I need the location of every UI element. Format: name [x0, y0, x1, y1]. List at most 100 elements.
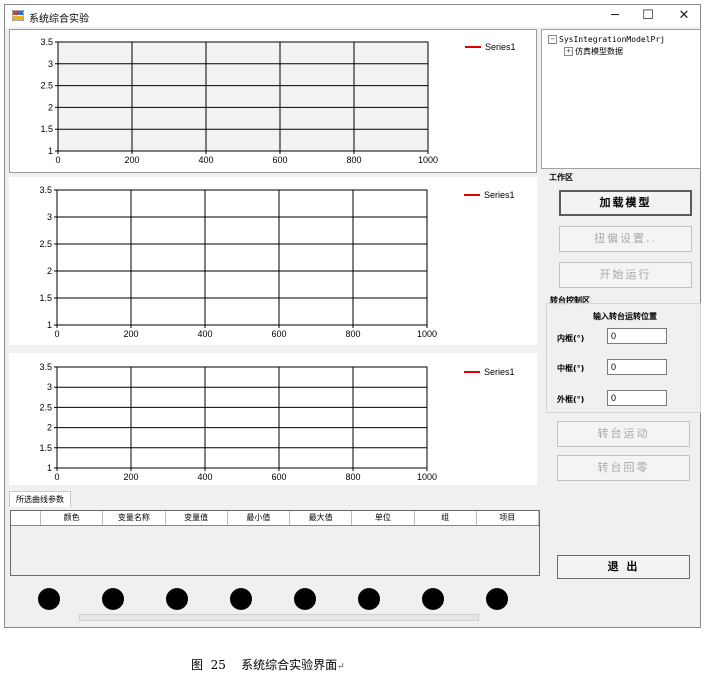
column-header[interactable]: 最小值	[228, 511, 290, 525]
tab-selected-curve-params[interactable]: 所选曲线参数	[9, 491, 71, 507]
column-header[interactable]: 项目	[477, 511, 539, 525]
legend-label: Series1	[485, 42, 516, 52]
tree-root-label: SysIntegrationModelPrj	[559, 35, 665, 44]
start-run-button[interactable]: 开始运行	[559, 262, 692, 288]
y-tick-label: 1	[47, 320, 52, 330]
x-tick-label: 1000	[417, 329, 437, 339]
legend-label: Series1	[484, 190, 515, 200]
status-indicator	[102, 588, 124, 610]
y-tick-label: 3.5	[40, 37, 53, 47]
column-header[interactable]: 组	[415, 511, 477, 525]
y-tick-label: 3	[47, 212, 52, 222]
x-tick-label: 400	[197, 472, 212, 482]
curve-params-grid[interactable]: 颜色 变量名称 变量值 最小值 最大值 单位组项目	[10, 510, 540, 576]
x-tick-label: 600	[271, 472, 286, 482]
middle-frame-label: 中框(°)	[557, 364, 585, 373]
middle-frame-input[interactable]	[607, 359, 667, 375]
chart-2-plot: 0 200 400 600 800 1000 1 1.5 2 2.5 3 3.5 Series1	[39, 185, 515, 339]
inner-frame-label: 内框(°)	[557, 334, 585, 343]
row-header-cell	[11, 511, 41, 525]
tree-child-label: 仿真模型数据	[575, 47, 623, 56]
plot-area	[56, 189, 428, 326]
legend-label: Series1	[484, 367, 515, 377]
turntable-prompt: 输入转台运转位置	[593, 312, 657, 321]
y-tick-label: 1.5	[39, 293, 52, 303]
y-tick-label: 1	[48, 146, 53, 156]
chart-3[interactable]: 0 200 400 600 800 1000 1 1.5 2 2.5 3 3.5 Series1	[9, 353, 537, 485]
turntable-move-button[interactable]: 转台运动	[557, 421, 690, 447]
grid-header: 颜色 变量名称 变量值 最小值 最大值 单位组项目	[11, 511, 539, 526]
column-header[interactable]: 单位	[352, 511, 415, 525]
status-indicator	[166, 588, 188, 610]
x-tick-label: 800	[345, 329, 360, 339]
column-header[interactable]: 颜色	[41, 511, 104, 525]
x-tick-label: 400	[198, 155, 213, 165]
flux-settings-button[interactable]: 扭偏设置..	[559, 226, 692, 252]
x-tick-label: 200	[123, 329, 138, 339]
chart-2[interactable]: 0 200 400 600 800 1000 1 1.5 2 2.5 3 3.5 Series1	[9, 177, 537, 345]
y-tick-label: 2.5	[39, 402, 52, 412]
minimize-button[interactable]: ─	[602, 7, 628, 25]
window-title: 系统综合实验	[29, 14, 89, 25]
y-tick-label: 1.5	[39, 443, 52, 453]
outer-frame-label: 外框(°)	[557, 395, 585, 404]
y-tick-label: 3	[48, 59, 53, 69]
status-indicator	[294, 588, 316, 610]
y-tick-label: 2.5	[40, 81, 53, 91]
status-indicator	[422, 588, 444, 610]
paragraph-mark: ↵	[337, 662, 345, 672]
x-tick-label: 0	[54, 329, 59, 339]
y-tick-label: 3.5	[39, 185, 52, 195]
status-indicator	[230, 588, 252, 610]
y-tick-label: 2	[47, 423, 52, 433]
horizontal-scrollbar[interactable]	[79, 614, 479, 621]
main-window: 系统综合实验 ─ ☐ ✕ 0 200 400 600 800 1000 1 1.5 2 2.5 3 3…	[4, 4, 701, 628]
y-tick-label: 2	[47, 266, 52, 276]
x-tick-label: 0	[54, 472, 59, 482]
workspace-label: 工作区	[549, 173, 573, 182]
plot-area	[57, 41, 429, 152]
app-icon	[12, 10, 24, 21]
status-indicator	[38, 588, 60, 610]
x-tick-label: 200	[124, 155, 139, 165]
expand-icon[interactable]: +	[564, 47, 573, 56]
y-tick-label: 1.5	[40, 124, 53, 134]
exit-button[interactable]: 退 出	[557, 555, 690, 579]
x-tick-label: 600	[272, 155, 287, 165]
close-button[interactable]: ✕	[671, 7, 697, 25]
figure-caption-text: 图 25 系统综合实验界面	[191, 658, 338, 672]
x-tick-label: 800	[346, 155, 361, 165]
x-tick-label: 400	[197, 329, 212, 339]
x-tick-label: 1000	[417, 472, 437, 482]
column-header[interactable]: 变量值	[166, 511, 228, 525]
load-model-button[interactable]: 加载模型	[559, 190, 692, 216]
chart-1[interactable]: 0 200 400 600 800 1000 1 1.5 2 2.5 3 3.5 Series1	[9, 29, 537, 173]
x-tick-label: 200	[123, 472, 138, 482]
y-tick-label: 3	[47, 382, 52, 392]
project-tree[interactable]: − SysIntegrationModelPrj + 仿真模型数据	[541, 29, 701, 169]
chart-3-plot: 0 200 400 600 800 1000 1 1.5 2 2.5 3 3.5 Series1	[39, 362, 515, 482]
column-header[interactable]: 最大值	[290, 511, 353, 525]
column-header[interactable]: 变量名称	[103, 511, 166, 525]
inner-frame-input[interactable]	[607, 328, 667, 344]
y-tick-label: 2.5	[39, 239, 52, 249]
tree-child-node[interactable]: + 仿真模型数据	[564, 46, 623, 57]
maximize-button[interactable]: ☐	[635, 7, 661, 25]
x-tick-label: 1000	[418, 155, 438, 165]
x-tick-label: 800	[345, 472, 360, 482]
turntable-zero-button[interactable]: 转台回零	[557, 455, 690, 481]
outer-frame-input[interactable]	[607, 390, 667, 406]
status-indicator	[358, 588, 380, 610]
x-tick-label: 0	[55, 155, 60, 165]
title-bar[interactable]: 系统综合实验 ─ ☐ ✕	[5, 5, 700, 27]
x-tick-label: 600	[271, 329, 286, 339]
chart-1-plot: 0 200 400 600 800 1000 1 1.5 2 2.5 3 3.5 Series1	[40, 37, 516, 165]
collapse-icon[interactable]: −	[548, 35, 557, 44]
status-indicator	[486, 588, 508, 610]
figure-caption: 图 25 系统综合实验界面↵	[191, 656, 345, 673]
y-tick-label: 1	[47, 463, 52, 473]
plot-area	[56, 366, 428, 469]
tree-root-node[interactable]: − SysIntegrationModelPrj	[548, 35, 665, 44]
y-tick-label: 3.5	[39, 362, 52, 372]
y-tick-label: 2	[48, 102, 53, 112]
